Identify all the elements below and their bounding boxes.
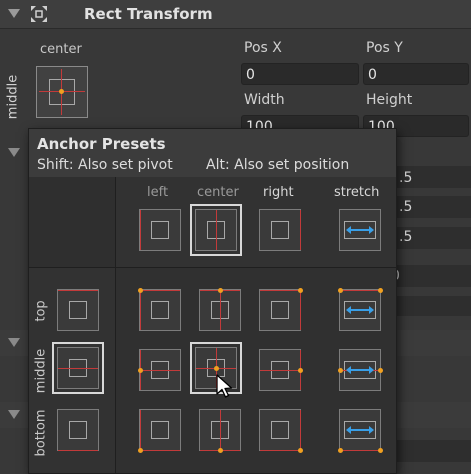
background-value: .5: [399, 229, 413, 245]
collapse-arrow-icon[interactable]: [8, 9, 20, 18]
mouse-cursor-icon: [216, 374, 233, 398]
pos-y-label: Pos Y: [366, 40, 403, 56]
preset-none-middle[interactable]: [52, 342, 104, 394]
fold-arrow-icon[interactable]: [8, 148, 20, 157]
rect-transform-header[interactable]: [0, 0, 471, 29]
preset-center-bottom[interactable]: [199, 409, 241, 453]
preset-left-middle[interactable]: [138, 349, 181, 391]
preset-stretch-middle[interactable]: [338, 349, 383, 391]
preset-left-bottom[interactable]: [138, 409, 181, 453]
preset-stretch-bottom[interactable]: [338, 409, 383, 453]
column-header-right: right: [263, 185, 294, 200]
grid-corner: [29, 177, 116, 268]
preset-none-top[interactable]: [57, 289, 99, 331]
background-field[interactable]: [395, 296, 471, 316]
preset-right-middle[interactable]: [259, 349, 303, 391]
anchor-presets-popup: Anchor Presets Shift: Also set pivot Alt…: [28, 128, 397, 474]
preset-left-none[interactable]: [139, 209, 181, 251]
row-header-top: top: [33, 300, 49, 322]
preset-stretch-top[interactable]: [338, 288, 383, 331]
pos-x-label: Pos X: [244, 40, 282, 56]
shift-hint: Shift: Also set pivot: [37, 157, 173, 173]
fold-arrow-icon[interactable]: [8, 410, 20, 419]
component-title: Rect Transform: [84, 5, 213, 23]
preset-right-none[interactable]: [259, 209, 301, 251]
preset-none-bottom[interactable]: [57, 409, 99, 451]
preset-right-top[interactable]: [259, 288, 303, 331]
background-field[interactable]: [395, 440, 471, 462]
row-header-bottom: bottom: [33, 409, 49, 457]
background-value: .5: [399, 170, 413, 186]
anchor-vertical-label: middle: [5, 74, 21, 120]
preset-right-bottom[interactable]: [259, 409, 303, 453]
preset-left-top[interactable]: [138, 288, 181, 331]
fold-arrow-icon[interactable]: [8, 338, 20, 347]
row-header-middle: middle: [33, 348, 49, 394]
column-header-center: center: [197, 185, 239, 200]
rect-transform-icon: [31, 6, 47, 22]
background-value: .5: [399, 199, 413, 215]
preset-center-top[interactable]: [199, 288, 241, 331]
height-label: Height: [366, 92, 413, 108]
anchor-horizontal-label: center: [40, 42, 82, 57]
column-header-stretch: stretch: [334, 185, 380, 200]
pos-y-field[interactable]: 0: [363, 63, 469, 85]
preset-stretch-none[interactable]: [339, 209, 381, 251]
pos-x-field[interactable]: 0: [241, 63, 359, 85]
alt-hint: Alt: Also set position: [206, 157, 350, 173]
width-label: Width: [244, 92, 285, 108]
background-field[interactable]: [395, 265, 471, 287]
preset-center-none[interactable]: [190, 204, 242, 256]
anchor-presets-button[interactable]: [36, 66, 88, 118]
column-header-left: left: [147, 185, 169, 200]
popup-title: Anchor Presets: [37, 135, 166, 153]
